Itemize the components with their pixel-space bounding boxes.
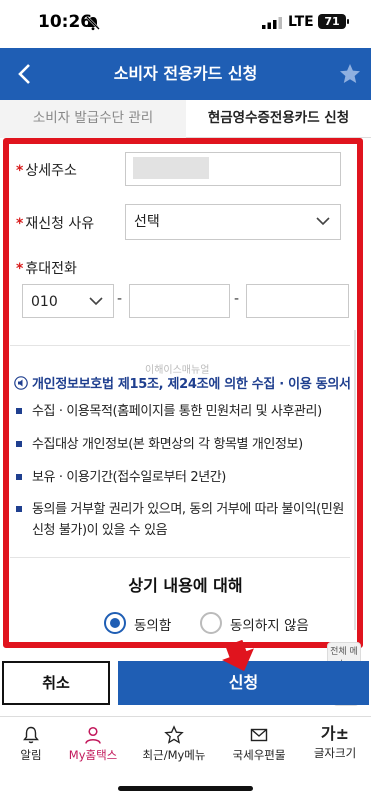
- required-mark: *: [16, 261, 24, 277]
- bell-icon: [23, 726, 39, 744]
- cancel-button[interactable]: 취소: [2, 661, 110, 705]
- reason-label: * 재신청 사유: [16, 216, 95, 232]
- bell-off-icon: [86, 16, 100, 31]
- tab-bar: 소비자 발급수단 관리 현금영수증전용카드 신청: [0, 100, 371, 138]
- network-type: LTE: [288, 14, 314, 30]
- scrollbar[interactable]: [354, 330, 356, 630]
- chevron-down-icon: [89, 297, 103, 306]
- nav-label: 글자크기: [313, 746, 357, 760]
- star-icon: [164, 725, 184, 744]
- agree-radio-option[interactable]: 동의함: [104, 612, 204, 636]
- phone-middle-input[interactable]: [129, 284, 230, 318]
- consent-item: 수집대상 개인정보(본 화면상의 각 항목별 개인정보): [16, 434, 352, 455]
- speaker-icon: [14, 376, 28, 390]
- phone-label: * 휴대전화: [16, 261, 77, 277]
- page-title: 소비자 전용카드 신청: [113, 64, 258, 83]
- bullet-square-icon: [16, 506, 22, 512]
- bullet-square-icon: [16, 408, 22, 414]
- mail-icon: [250, 728, 268, 742]
- phone-last-input[interactable]: [246, 284, 349, 318]
- consent-title: 개인정보보호법 제15조, 제24조에 의한 수집 · 이용 동의서: [14, 373, 351, 392]
- consent-item: 보유 · 이용기간(접수일로부터 2년간): [16, 467, 352, 488]
- bottom-nav: 알림 My홈택스 최근/My메뉴 국세우편물 가± 글자크기: [0, 716, 371, 766]
- nav-label: My홈택스: [68, 748, 118, 762]
- address-label: * 상세주소: [16, 163, 77, 179]
- nav-item-tax-mail[interactable]: 국세우편물: [222, 717, 296, 767]
- disagree-radio-option[interactable]: 동의하지 않음: [200, 612, 340, 636]
- person-icon: [85, 726, 101, 744]
- consent-item: 동의를 거부할 권리가 있으며, 동의 거부에 따라 불이익(민원 신청 불가)…: [16, 499, 352, 541]
- radio-selected-icon[interactable]: [104, 612, 126, 634]
- tab-consumer-payment-management[interactable]: 소비자 발급수단 관리: [0, 100, 186, 138]
- address-detail-input[interactable]: [125, 152, 341, 186]
- agree-heading: 상기 내용에 대해: [128, 576, 243, 595]
- radio-unselected-icon[interactable]: [200, 612, 222, 634]
- app-header: 소비자 전용카드 신청: [0, 48, 371, 100]
- nav-item-font-size[interactable]: 가± 글자크기: [302, 717, 368, 767]
- reason-select[interactable]: 선택: [125, 204, 341, 240]
- nav-item-notifications[interactable]: 알림: [0, 717, 62, 767]
- red-arrow-pointer-icon: [222, 640, 254, 672]
- required-mark: *: [16, 163, 24, 179]
- masked-address-value: [133, 157, 209, 179]
- agree-radio-label: 동의함: [134, 618, 172, 634]
- nav-item-recent-my-menu[interactable]: 최근/My메뉴: [132, 717, 216, 767]
- section-divider: [10, 557, 350, 558]
- favorite-star-icon[interactable]: [338, 62, 362, 86]
- phone-separator: -: [234, 291, 240, 307]
- battery-indicator: 71: [318, 14, 349, 29]
- phone-prefix-value: 010: [31, 294, 58, 310]
- reason-select-value: 선택: [134, 214, 160, 230]
- nav-label: 국세우편물: [232, 748, 286, 762]
- status-time: 10:26: [38, 12, 93, 32]
- section-divider: [10, 345, 350, 346]
- status-bar: 10:26 LTE 71: [0, 0, 371, 48]
- consent-item: 수집 · 이용목적(홈페이지를 통한 민원처리 및 사후관리): [16, 401, 352, 422]
- nav-label: 최근/My메뉴: [142, 748, 206, 762]
- back-arrow-icon[interactable]: [12, 60, 38, 88]
- nav-item-my-hometax[interactable]: My홈택스: [62, 717, 124, 767]
- required-mark: *: [16, 216, 24, 232]
- bullet-square-icon: [16, 441, 22, 447]
- disagree-radio-label: 동의하지 않음: [230, 618, 309, 634]
- bullet-square-icon: [16, 474, 22, 480]
- signal-icon: [262, 17, 282, 29]
- chevron-down-icon: [316, 217, 330, 226]
- nav-label: 알림: [20, 748, 42, 762]
- phone-prefix-select[interactable]: 010: [22, 284, 114, 318]
- font-size-icon: 가±: [320, 724, 350, 743]
- tab-cash-receipt-card-application[interactable]: 현금영수증전용카드 신청: [186, 100, 371, 138]
- phone-separator: -: [117, 291, 123, 307]
- home-indicator: [118, 786, 253, 791]
